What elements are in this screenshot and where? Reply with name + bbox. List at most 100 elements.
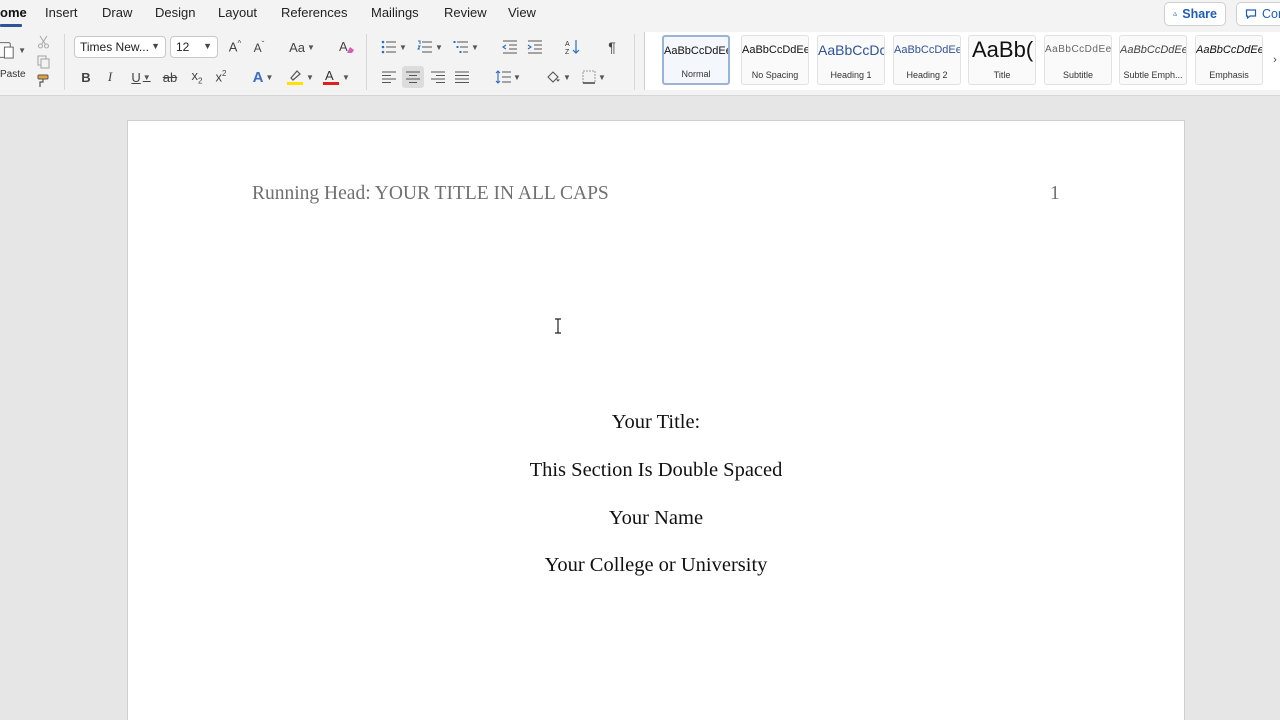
borders-icon [582,70,596,84]
style-sample: AaBbCcDdEe [1045,44,1111,55]
document-page[interactable]: Running Head: YOUR TITLE IN ALL CAPS 1 Y… [127,120,1185,720]
numbered-list-icon [417,40,433,53]
chevron-down-icon: ▼ [203,41,212,51]
tab-review[interactable]: Review [444,5,487,20]
multilevel-list-button[interactable]: ▼ [450,37,482,57]
show-formatting-button[interactable]: ¶ [603,37,621,57]
multilevel-list-icon [453,41,469,53]
highlight-color-button[interactable]: ▼ [284,67,316,87]
numbering-button[interactable]: ▼ [414,37,446,57]
chevron-down-icon: ▼ [142,72,151,82]
align-right-icon [431,71,445,83]
increase-indent-button[interactable] [525,37,545,57]
superscript-button[interactable]: x2 [212,67,230,87]
style-normal[interactable]: AaBbCcDdEe Normal [662,35,730,85]
subscript-button[interactable]: x2 [188,67,206,87]
italic-button[interactable]: I [102,67,118,87]
style-sample: AaBbCcDdEe [1120,44,1186,56]
tab-home[interactable]: ome [0,5,27,20]
style-sample: AaBbCcDdEe [1196,44,1262,56]
paste-label: Paste [0,69,26,80]
style-sample: AaBbCcDdEe [664,45,728,57]
shrink-font-button[interactable]: Aˇ [250,37,268,57]
tab-design[interactable]: Design [155,5,195,20]
copy-icon [36,55,50,69]
style-subtitle[interactable]: AaBbCcDdEe Subtitle [1044,35,1112,85]
bold-button[interactable]: B [78,67,94,87]
svg-text:A: A [325,68,334,83]
chevron-right-icon: › [1273,54,1277,66]
tab-insert[interactable]: Insert [45,5,78,20]
doc-subtitle-line: This Section Is Double Spaced [529,459,783,481]
cut-button[interactable] [35,34,51,50]
style-heading-1[interactable]: AaBbCcDc Heading 1 [817,35,885,85]
sort-button[interactable]: AZ [563,37,583,57]
tab-draw[interactable]: Draw [102,5,132,20]
comments-button[interactable]: Con [1236,2,1280,26]
decrease-indent-button[interactable] [500,37,520,57]
separator [64,34,65,90]
bullet-list-icon [381,40,397,54]
line-spacing-button[interactable]: ▼ [492,67,524,87]
copy-button[interactable] [35,54,51,70]
align-left-button[interactable] [379,67,399,87]
style-sample: AaBbCcDdEe [894,44,960,56]
style-no-spacing[interactable]: AaBbCcDdEe No Spacing [741,35,809,85]
svg-text:A: A [339,39,348,54]
share-button[interactable]: Share [1164,2,1226,26]
align-right-button[interactable] [428,67,448,87]
pilcrow-icon: ¶ [608,39,616,55]
justify-icon [455,71,469,83]
clear-formatting-button[interactable]: A [336,37,356,57]
tab-references[interactable]: References [281,5,347,20]
separator [634,34,635,90]
styles-scroll-button[interactable]: › [1269,52,1280,68]
grow-font-button[interactable]: A^ [226,37,244,57]
underline-button[interactable]: U ▼ [126,67,156,87]
font-family-select[interactable]: Times New... ▼ [74,36,166,58]
chevron-down-icon: ▼ [342,72,350,82]
svg-text:Z: Z [565,49,570,55]
doc-title-line: Your Title: [611,411,701,433]
font-size-select[interactable]: 12 ▼ [170,36,218,58]
tab-layout[interactable]: Layout [218,5,257,20]
style-name: Subtitle [1062,70,1094,80]
style-heading-2[interactable]: AaBbCcDdEe Heading 2 [893,35,961,85]
font-family-value: Times New... [80,40,149,54]
style-name: Title [993,70,1011,80]
clear-formatting-icon: A [339,39,354,54]
style-name: Emphasis [1209,70,1249,80]
format-painter-button[interactable] [35,73,51,89]
font-size-value: 12 [176,40,190,54]
style-name: Heading 2 [906,70,948,80]
decrease-indent-icon [502,40,517,54]
chevron-down-icon: ▼ [265,72,274,82]
italic-icon: I [107,69,113,84]
justify-button[interactable] [452,67,472,87]
chevron-down-icon: ▼ [513,72,521,82]
style-emphasis[interactable]: AaBbCcDdEe Emphasis [1195,35,1263,85]
separator [366,34,367,90]
paste-button[interactable]: ▼ [0,36,26,64]
change-case-button[interactable]: Aa ▼ [286,37,318,57]
style-subtle-emphasis[interactable]: AaBbCcDdEe Subtle Emph... [1119,35,1187,85]
style-title[interactable]: AaBb( Title [968,35,1036,85]
chevron-down-icon: ▼ [151,41,160,51]
bullets-button[interactable]: ▼ [378,37,410,57]
style-sample: AaBb( [972,37,1034,62]
tab-view[interactable]: View [508,5,536,20]
align-center-button[interactable] [402,66,424,88]
share-label: Share [1182,7,1217,21]
tab-mailings[interactable]: Mailings [371,5,419,20]
page-number: 1 [1050,183,1060,204]
borders-button[interactable]: ▼ [578,67,610,87]
running-head: Running Head: YOUR TITLE IN ALL CAPS [252,183,609,204]
superscript-icon: x2 [215,69,227,85]
shading-button[interactable]: ▼ [542,67,574,87]
font-color-button[interactable]: A ▼ [320,67,352,87]
style-name: Heading 1 [830,70,872,80]
chevron-down-icon: ▼ [306,72,314,82]
paste-dropdown-icon[interactable]: ▼ [18,46,26,55]
strikethrough-button[interactable]: ab [162,67,178,87]
text-effects-button[interactable]: A ▼ [248,67,278,87]
